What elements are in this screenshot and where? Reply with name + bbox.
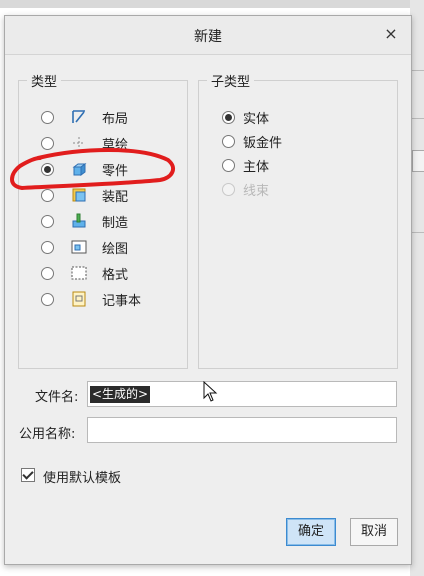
type-option-sketch[interactable]: 草绘	[41, 133, 128, 153]
radio-button[interactable]	[41, 110, 54, 124]
subtype-option-label: 实体	[243, 111, 270, 127]
radio-button[interactable]	[41, 292, 54, 306]
type-option-format[interactable]: 格式	[41, 263, 128, 283]
background-divider	[410, 232, 424, 233]
dialog-title: 新建	[194, 29, 222, 45]
type-option-label: 格式	[102, 267, 129, 283]
type-option-manufacturing[interactable]: 制造	[41, 211, 128, 231]
type-option-part[interactable]: 零件	[41, 159, 128, 179]
format-icon	[71, 266, 87, 280]
common-name-label: 公用名称:	[19, 427, 76, 442]
subtype-option-solid[interactable]: 实体	[222, 107, 269, 127]
type-option-label: 布局	[102, 111, 129, 127]
use-default-template-checkbox[interactable]	[21, 468, 35, 482]
dialog-titlebar[interactable]: 新建 ×	[5, 16, 411, 55]
use-default-template-label: 使用默认模板	[43, 471, 122, 486]
type-option-notebook[interactable]: 记事本	[41, 289, 141, 309]
manufacturing-icon	[72, 213, 86, 228]
radio-button[interactable]	[222, 158, 235, 172]
radio-button[interactable]	[41, 240, 54, 254]
part-icon	[72, 163, 87, 176]
subtype-option-harness: 线束	[222, 179, 269, 199]
radio-button[interactable]	[41, 266, 54, 280]
background-app-panel	[410, 0, 424, 576]
layout-icon	[72, 110, 85, 123]
filename-label: 文件名:	[35, 390, 79, 405]
ok-button[interactable]: 确定	[286, 518, 336, 546]
cancel-button[interactable]: 取消	[350, 518, 398, 546]
type-option-layout[interactable]: 布局	[41, 107, 128, 127]
radio-button[interactable]	[41, 136, 54, 150]
type-option-label: 绘图	[102, 241, 129, 257]
filename-input[interactable]: <生成的>	[87, 381, 397, 407]
type-option-assembly[interactable]: 装配	[41, 185, 128, 205]
type-option-label: 装配	[102, 189, 129, 205]
subtype-group-legend: 子类型	[211, 75, 251, 90]
filename-value: <生成的>	[90, 386, 151, 403]
sketch-icon	[73, 137, 85, 149]
mouse-pointer-icon	[203, 381, 218, 402]
new-file-dialog: 新建 × 类型 布局 草绘 零件 装配 制造 绘图 格式 记事本 子类型 实体 …	[4, 15, 412, 565]
screen: 新建 × 类型 布局 草绘 零件 装配 制造 绘图 格式 记事本 子类型 实体 …	[0, 0, 424, 576]
radio-button[interactable]	[222, 134, 235, 148]
type-option-label: 草绘	[102, 137, 129, 153]
close-icon[interactable]: ×	[381, 24, 401, 44]
type-option-label: 制造	[102, 215, 129, 231]
notebook-icon	[72, 291, 86, 307]
subtype-option-label: 线束	[243, 183, 270, 199]
type-option-label: 记事本	[102, 293, 142, 309]
type-option-drawing[interactable]: 绘图	[41, 237, 128, 257]
assembly-icon	[72, 188, 86, 202]
subtype-option-label: 钣金件	[243, 135, 283, 151]
radio-button[interactable]	[41, 214, 54, 228]
background-tab	[412, 150, 424, 172]
common-name-input[interactable]	[87, 417, 397, 443]
subtype-option-sheetmetal[interactable]: 钣金件	[222, 131, 282, 151]
subtype-option-body[interactable]: 主体	[222, 155, 269, 175]
drawing-icon	[71, 240, 87, 254]
radio-button-selected[interactable]	[222, 110, 235, 124]
background-app-bar	[0, 0, 424, 8]
background-divider	[410, 118, 424, 119]
subtype-option-label: 主体	[243, 159, 270, 175]
radio-button[interactable]	[41, 188, 54, 202]
type-option-label: 零件	[102, 163, 129, 179]
radio-button-selected[interactable]	[41, 162, 54, 176]
radio-button-disabled	[222, 182, 235, 196]
type-group-legend: 类型	[31, 75, 58, 90]
background-divider	[410, 70, 424, 71]
